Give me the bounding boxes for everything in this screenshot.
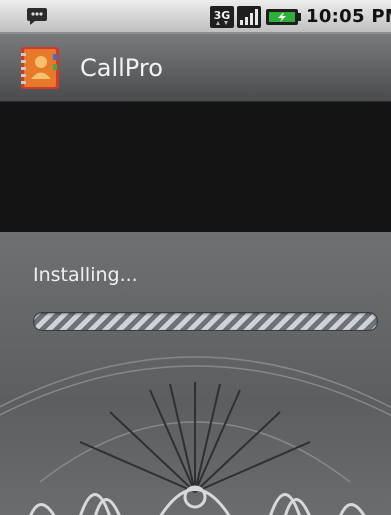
svg-text:3G: 3G	[214, 9, 231, 22]
callpro-app-icon	[21, 47, 59, 89]
signal-icon	[237, 6, 261, 28]
status-bar: 3G 10:05 PM	[0, 0, 391, 34]
chat-notification-icon[interactable]	[26, 7, 48, 25]
installing-label: Installing...	[33, 264, 138, 286]
3g-icon: 3G	[210, 6, 234, 28]
title-bar: CallPro	[0, 34, 391, 102]
phone-screen: 3G 10:05 PM	[0, 0, 391, 515]
install-progress-bar	[33, 312, 378, 331]
battery-icon	[266, 9, 301, 25]
install-dialog: Installing...	[0, 232, 391, 515]
status-time: 10:05 PM	[306, 6, 391, 27]
app-title: CallPro	[80, 54, 163, 82]
content-header-area	[0, 102, 391, 232]
background-seal-watermark	[0, 356, 391, 515]
